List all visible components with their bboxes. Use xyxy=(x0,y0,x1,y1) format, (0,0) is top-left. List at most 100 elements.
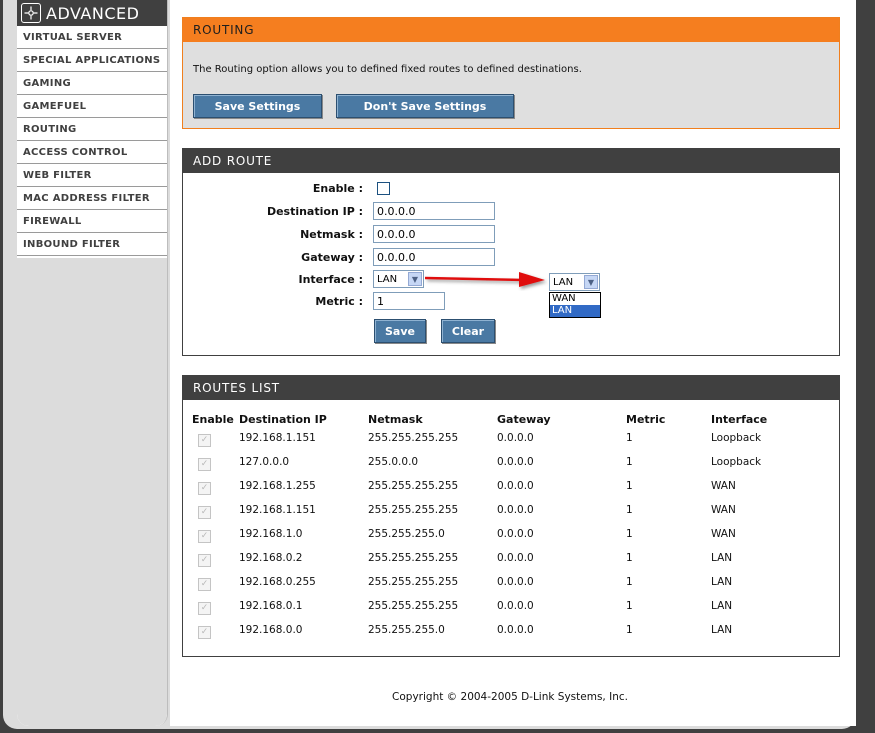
cell-gateway: 0.0.0.0 xyxy=(497,528,534,540)
row-enable-checkbox[interactable]: ✓ xyxy=(198,482,211,495)
cell-destination-ip: 192.168.0.1 xyxy=(239,600,303,612)
enable-checkbox[interactable] xyxy=(377,182,390,195)
advanced-icon xyxy=(21,3,41,23)
sidebar-item-routing[interactable]: ROUTING xyxy=(17,118,167,141)
dropdown-option-wan[interactable]: WAN xyxy=(550,293,600,305)
col-header-netmask: Netmask xyxy=(368,413,423,426)
chevron-down-icon[interactable]: ▼ xyxy=(408,272,422,286)
routing-title: ROUTING xyxy=(183,18,839,42)
col-header-enable: Enable xyxy=(192,413,234,426)
routes-list-panel: ROUTES LIST Enable Destination IP Netmas… xyxy=(182,375,840,657)
sidebar-item-special-applications[interactable]: SPECIAL APPLICATIONS xyxy=(17,49,167,72)
cell-interface: WAN xyxy=(711,528,736,540)
col-header-interface: Interface xyxy=(711,413,768,426)
cell-destination-ip: 127.0.0.0 xyxy=(239,456,290,468)
cell-gateway: 0.0.0.0 xyxy=(497,456,534,468)
sidebar-item-firewall[interactable]: FIREWALL xyxy=(17,210,167,233)
cell-gateway: 0.0.0.0 xyxy=(497,624,534,636)
routes-list-title: ROUTES LIST xyxy=(183,376,839,400)
cell-gateway: 0.0.0.0 xyxy=(497,480,534,492)
destination-ip-input[interactable]: 0.0.0.0 xyxy=(373,202,495,220)
interface-label: Interface : xyxy=(298,273,364,286)
row-enable-checkbox[interactable]: ✓ xyxy=(198,506,211,519)
clear-button[interactable]: Clear xyxy=(441,319,495,343)
cell-metric: 1 xyxy=(626,576,633,588)
cell-gateway: 0.0.0.0 xyxy=(497,432,534,444)
save-route-button[interactable]: Save xyxy=(374,319,426,343)
dropdown-selected-value: LAN xyxy=(553,276,574,288)
row-enable-checkbox[interactable]: ✓ xyxy=(198,578,211,591)
cell-destination-ip: 192.168.0.2 xyxy=(239,552,303,564)
netmask-input[interactable]: 0.0.0.0 xyxy=(373,225,495,243)
cell-metric: 1 xyxy=(626,432,633,444)
cell-gateway: 0.0.0.0 xyxy=(497,600,534,612)
sidebar-item-mac-address-filter[interactable]: MAC ADDRESS FILTER xyxy=(17,187,167,210)
cell-netmask: 255.255.255.255 xyxy=(368,552,459,564)
row-enable-checkbox[interactable]: ✓ xyxy=(198,434,211,447)
cell-gateway: 0.0.0.0 xyxy=(497,552,534,564)
col-header-gateway: Gateway xyxy=(497,413,551,426)
copyright: Copyright © 2004-2005 D-Link Systems, In… xyxy=(392,691,628,703)
sidebar-item-virtual-server[interactable]: VIRTUAL SERVER xyxy=(17,26,167,49)
gateway-input[interactable]: 0.0.0.0 xyxy=(373,248,495,266)
row-enable-checkbox[interactable]: ✓ xyxy=(198,530,211,543)
cell-interface: WAN xyxy=(711,480,736,492)
sidebar: ADVANCED VIRTUAL SERVER SPECIAL APPLICAT… xyxy=(17,0,168,726)
row-enable-checkbox[interactable]: ✓ xyxy=(198,626,211,639)
cell-interface: LAN xyxy=(711,624,733,636)
routing-panel: ROUTING The Routing option allows you to… xyxy=(182,17,840,129)
cell-netmask: 255.255.255.255 xyxy=(368,600,459,612)
cell-interface: Loopback xyxy=(711,432,762,444)
gateway-label: Gateway : xyxy=(301,251,363,264)
interface-select[interactable]: LAN ▼ xyxy=(373,270,424,288)
netmask-label: Netmask : xyxy=(300,228,363,241)
cell-destination-ip: 192.168.1.151 xyxy=(239,432,316,444)
row-enable-checkbox[interactable]: ✓ xyxy=(198,554,211,567)
cell-interface: WAN xyxy=(711,504,736,516)
sidebar-item-gamefuel[interactable]: GAMEFUEL xyxy=(17,95,167,118)
cell-destination-ip: 192.168.1.255 xyxy=(239,480,316,492)
cell-netmask: 255.255.255.255 xyxy=(368,432,459,444)
add-route-panel: ADD ROUTE Enable : Destination IP : 0.0.… xyxy=(182,148,840,356)
enable-label: Enable : xyxy=(312,182,363,195)
sidebar-item-inbound-filter[interactable]: INBOUND FILTER xyxy=(17,233,167,256)
cell-netmask: 255.255.255.0 xyxy=(368,624,445,636)
cell-netmask: 255.255.255.255 xyxy=(368,576,459,588)
cell-interface: LAN xyxy=(711,576,733,588)
destination-ip-label: Destination IP : xyxy=(266,205,363,218)
dropdown-option-lan[interactable]: LAN xyxy=(550,305,600,317)
interface-dropdown-list: WAN LAN xyxy=(549,292,601,318)
cell-netmask: 255.255.255.255 xyxy=(368,504,459,516)
cell-metric: 1 xyxy=(626,456,633,468)
metric-input[interactable]: 1 xyxy=(373,292,445,310)
cell-interface: LAN xyxy=(711,600,733,612)
cell-interface: LAN xyxy=(711,552,733,564)
row-enable-checkbox[interactable]: ✓ xyxy=(198,602,211,615)
routing-description: The Routing option allows you to defined… xyxy=(193,64,582,75)
interface-dropdown-expanded[interactable]: LAN ▼ xyxy=(549,273,600,291)
cell-netmask: 255.255.255.255 xyxy=(368,480,459,492)
sidebar-header: ADVANCED xyxy=(17,0,167,26)
chevron-down-icon[interactable]: ▼ xyxy=(584,275,598,289)
interface-select-value: LAN xyxy=(377,273,398,285)
cell-metric: 1 xyxy=(626,552,633,564)
sidebar-item-gaming[interactable]: GAMING xyxy=(17,72,167,95)
cell-gateway: 0.0.0.0 xyxy=(497,504,534,516)
cell-destination-ip: 192.168.1.0 xyxy=(239,528,303,540)
row-enable-checkbox[interactable]: ✓ xyxy=(198,458,211,471)
save-settings-button[interactable]: Save Settings xyxy=(193,94,322,118)
sidebar-item-web-filter[interactable]: WEB FILTER xyxy=(17,164,167,187)
dont-save-settings-button[interactable]: Don't Save Settings xyxy=(336,94,514,118)
arrow-annotation-icon xyxy=(424,272,545,287)
cell-interface: Loopback xyxy=(711,456,762,468)
cell-destination-ip: 192.168.1.151 xyxy=(239,504,316,516)
cell-metric: 1 xyxy=(626,624,633,636)
sidebar-item-access-control[interactable]: ACCESS CONTROL xyxy=(17,141,167,164)
col-header-destination-ip: Destination IP xyxy=(239,413,327,426)
add-route-title: ADD ROUTE xyxy=(183,149,839,173)
cell-destination-ip: 192.168.0.0 xyxy=(239,624,303,636)
metric-label: Metric : xyxy=(315,295,363,308)
cell-destination-ip: 192.168.0.255 xyxy=(239,576,316,588)
cell-netmask: 255.255.255.0 xyxy=(368,528,445,540)
cell-metric: 1 xyxy=(626,504,633,516)
